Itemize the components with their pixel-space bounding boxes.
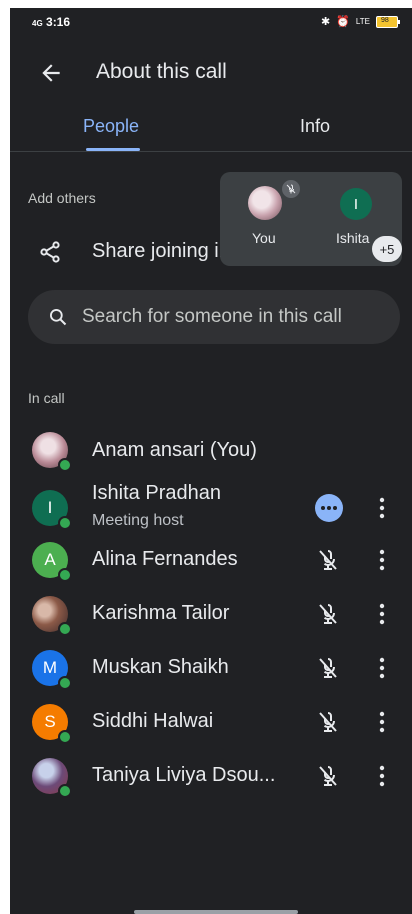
participant-name: Anam ansari (You) [92, 439, 257, 461]
more-vert-icon[interactable] [372, 602, 392, 626]
page-title: About this call [96, 60, 227, 83]
more-vert-icon[interactable] [372, 710, 392, 734]
ishita-tile-avatar: I [340, 188, 372, 220]
participant-name: Siddhi Halwai [92, 710, 214, 732]
tab-info[interactable]: Info [300, 116, 330, 137]
muted-mic-icon [319, 712, 337, 732]
more-vert-icon[interactable] [372, 764, 392, 788]
signal-label: 4G [32, 19, 43, 28]
search-input[interactable]: Search for someone in this call [28, 290, 400, 344]
home-indicator[interactable] [134, 910, 298, 914]
muted-mic-icon [282, 180, 300, 198]
you-tile-label: You [252, 230, 276, 246]
avatar-initial: A [44, 550, 56, 569]
avatar-initial: M [42, 658, 58, 677]
more-participants-badge: +5 [372, 236, 402, 262]
participant-row[interactable]: Anam ansari (You) [10, 426, 412, 478]
host-options-button[interactable] [315, 494, 343, 522]
participant-row[interactable]: Taniya Liviya Dsou... [10, 750, 412, 802]
avatar-initial: S [44, 712, 56, 731]
share-icon[interactable] [38, 240, 62, 264]
participant-row[interactable]: Karishma Tailor [10, 588, 412, 640]
more-vert-icon[interactable] [372, 548, 392, 572]
status-bar: 4G 3:16 ✱ ⏰ LTE 98 [10, 8, 412, 36]
back-arrow-icon[interactable] [38, 60, 64, 86]
avatar-initial: I [47, 498, 53, 517]
participant-row[interactable]: A Alina Fernandes [10, 534, 412, 586]
muted-mic-icon [319, 766, 337, 786]
online-indicator [58, 676, 72, 690]
battery-icon: 98 [376, 15, 400, 28]
more-vert-icon[interactable] [372, 496, 392, 520]
online-indicator [58, 458, 72, 472]
status-left: 4G 3:16 [32, 15, 70, 29]
network-label: LTE [355, 17, 370, 26]
participant-name: Taniya Liviya Dsou... [92, 764, 276, 786]
participant-tiles-overlay[interactable]: You I Ishita +5 [220, 172, 402, 266]
online-indicator [58, 730, 72, 744]
search-placeholder: Search for someone in this call [82, 306, 342, 327]
tab-people[interactable]: People [83, 116, 139, 137]
more-vert-icon[interactable] [372, 656, 392, 680]
muted-mic-icon [319, 550, 337, 570]
participant-row[interactable]: M Muskan Shaikh [10, 642, 412, 694]
ishita-tile-initial: I [353, 195, 359, 213]
participant-name: Alina Fernandes [92, 548, 238, 570]
participant-name: Muskan Shaikh [92, 656, 229, 678]
ellipsis-icon [321, 506, 337, 510]
muted-mic-icon [319, 604, 337, 624]
online-indicator [58, 516, 72, 530]
muted-mic-icon [319, 658, 337, 678]
online-indicator [58, 622, 72, 636]
tab-divider [10, 151, 412, 152]
participant-role: Meeting host [92, 512, 184, 529]
participant-row[interactable]: S Siddhi Halwai [10, 696, 412, 748]
search-icon [50, 309, 67, 326]
section-in-call: In call [28, 390, 65, 406]
participant-row[interactable]: I Ishita Pradhan Meeting host [10, 480, 412, 540]
screen: 4G 3:16 ✱ ⏰ LTE 98 About this call Peopl… [10, 8, 412, 914]
alarm-icon: ⏰ [336, 16, 350, 28]
participant-name: Karishma Tailor [92, 602, 230, 624]
online-indicator [58, 784, 72, 798]
status-right: ✱ ⏰ LTE 98 [321, 15, 400, 28]
battery-level: 98 [381, 16, 389, 24]
online-indicator [58, 568, 72, 582]
ishita-tile-label: Ishita [336, 230, 370, 246]
bluetooth-icon: ✱ [321, 16, 331, 28]
status-time: 3:16 [46, 15, 71, 29]
participant-name: Ishita Pradhan [92, 482, 221, 504]
you-tile-avatar [248, 186, 282, 220]
section-add-others: Add others [28, 190, 96, 206]
